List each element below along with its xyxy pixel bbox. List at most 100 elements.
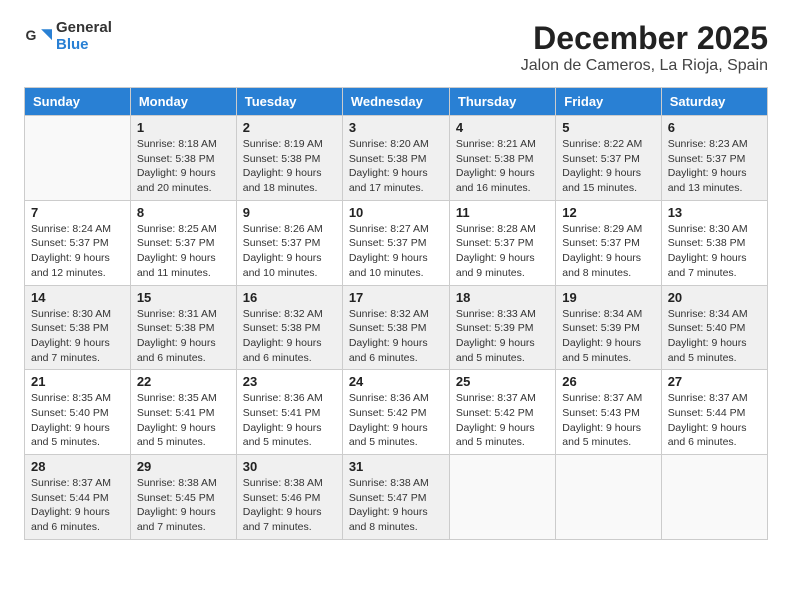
cell-info: Sunrise: 8:35 AMSunset: 5:40 PMDaylight:… <box>31 391 124 450</box>
cell-day-number: 29 <box>137 459 230 474</box>
weekday-header-thursday: Thursday <box>449 88 555 116</box>
table-row: 8 Sunrise: 8:25 AMSunset: 5:37 PMDaylight… <box>130 200 236 285</box>
page-header: G General Blue December 2025 Jalon de Ca… <box>24 20 768 75</box>
table-row: 3 Sunrise: 8:20 AMSunset: 5:38 PMDaylight… <box>342 116 449 201</box>
cell-info: Sunrise: 8:29 AMSunset: 5:37 PMDaylight:… <box>562 222 654 281</box>
table-row: 31 Sunrise: 8:38 AMSunset: 5:47 PMDayligh… <box>342 455 449 540</box>
weekday-header-wednesday: Wednesday <box>342 88 449 116</box>
table-row: 20 Sunrise: 8:34 AMSunset: 5:40 PMDayligh… <box>661 285 767 370</box>
cell-day-number: 26 <box>562 374 654 389</box>
cell-day-number: 6 <box>668 120 761 135</box>
cell-day-number: 28 <box>31 459 124 474</box>
table-row: 10 Sunrise: 8:27 AMSunset: 5:37 PMDayligh… <box>342 200 449 285</box>
cell-day-number: 13 <box>668 205 761 220</box>
weekday-header-tuesday: Tuesday <box>236 88 342 116</box>
table-row: 22 Sunrise: 8:35 AMSunset: 5:41 PMDayligh… <box>130 370 236 455</box>
cell-info: Sunrise: 8:19 AMSunset: 5:38 PMDaylight:… <box>243 137 336 196</box>
cell-info: Sunrise: 8:20 AMSunset: 5:38 PMDaylight:… <box>349 137 443 196</box>
cell-day-number: 19 <box>562 290 654 305</box>
cell-day-number: 14 <box>31 290 124 305</box>
cell-info: Sunrise: 8:33 AMSunset: 5:39 PMDaylight:… <box>456 307 549 366</box>
cell-info: Sunrise: 8:36 AMSunset: 5:41 PMDaylight:… <box>243 391 336 450</box>
cell-day-number: 31 <box>349 459 443 474</box>
title-block: December 2025 Jalon de Cameros, La Rioja… <box>521 20 768 75</box>
table-row: 17 Sunrise: 8:32 AMSunset: 5:38 PMDayligh… <box>342 285 449 370</box>
table-row: 9Sunrise: 8:26 AMSunset: 5:37 PMDaylight… <box>236 200 342 285</box>
cell-day-number: 20 <box>668 290 761 305</box>
table-row: 30 Sunrise: 8:38 AMSunset: 5:46 PMDayligh… <box>236 455 342 540</box>
cell-info: Sunrise: 8:24 AMSunset: 5:37 PMDaylight:… <box>31 222 124 281</box>
cell-info: Sunrise: 8:38 AMSunset: 5:45 PMDaylight:… <box>137 476 230 535</box>
table-row: 29 Sunrise: 8:38 AMSunset: 5:45 PMDayligh… <box>130 455 236 540</box>
cell-day-number: 12 <box>562 205 654 220</box>
cell-info: Sunrise: 8:36 AMSunset: 5:42 PMDaylight:… <box>349 391 443 450</box>
cell-info: Sunrise: 8:28 AMSunset: 5:37 PMDaylight:… <box>456 222 549 281</box>
table-row: 21 Sunrise: 8:35 AMSunset: 5:40 PMDayligh… <box>25 370 131 455</box>
table-row: 24 Sunrise: 8:36 AMSunset: 5:42 PMDayligh… <box>342 370 449 455</box>
weekday-header-friday: Friday <box>556 88 661 116</box>
weekday-header-monday: Monday <box>130 88 236 116</box>
cell-info: Sunrise: 8:27 AMSunset: 5:37 PMDaylight:… <box>349 222 443 281</box>
table-row <box>25 116 131 201</box>
table-row: 2Sunrise: 8:19 AMSunset: 5:38 PMDaylight… <box>236 116 342 201</box>
table-row: 4 Sunrise: 8:21 AMSunset: 5:38 PMDaylight… <box>449 116 555 201</box>
cell-day-number: 21 <box>31 374 124 389</box>
cell-day-number: 4 <box>456 120 549 135</box>
cell-day-number: 25 <box>456 374 549 389</box>
cell-info: Sunrise: 8:37 AMSunset: 5:44 PMDaylight:… <box>668 391 761 450</box>
cell-info: Sunrise: 8:25 AMSunset: 5:37 PMDaylight:… <box>137 222 230 281</box>
table-row: 15Sunrise: 8:31 AMSunset: 5:38 PMDayligh… <box>130 285 236 370</box>
logo-text: General Blue <box>56 20 112 53</box>
cell-info: Sunrise: 8:35 AMSunset: 5:41 PMDaylight:… <box>137 391 230 450</box>
cell-day-number: 15 <box>137 290 230 305</box>
table-row: 6Sunrise: 8:23 AMSunset: 5:37 PMDaylight… <box>661 116 767 201</box>
cell-day-number: 3 <box>349 120 443 135</box>
cell-info: Sunrise: 8:38 AMSunset: 5:47 PMDaylight:… <box>349 476 443 535</box>
svg-text:G: G <box>26 27 37 43</box>
logo-line1: General <box>56 20 112 37</box>
cell-day-number: 23 <box>243 374 336 389</box>
page-title: December 2025 <box>521 20 768 57</box>
cell-info: Sunrise: 8:37 AMSunset: 5:42 PMDaylight:… <box>456 391 549 450</box>
cell-info: Sunrise: 8:34 AMSunset: 5:39 PMDaylight:… <box>562 307 654 366</box>
cell-day-number: 9 <box>243 205 336 220</box>
cell-info: Sunrise: 8:21 AMSunset: 5:38 PMDaylight:… <box>456 137 549 196</box>
cell-day-number: 11 <box>456 205 549 220</box>
table-row <box>661 455 767 540</box>
table-row: 11 Sunrise: 8:28 AMSunset: 5:37 PMDayligh… <box>449 200 555 285</box>
table-row: 14Sunrise: 8:30 AMSunset: 5:38 PMDayligh… <box>25 285 131 370</box>
table-row: 26Sunrise: 8:37 AMSunset: 5:43 PMDayligh… <box>556 370 661 455</box>
weekday-header-sunday: Sunday <box>25 88 131 116</box>
cell-day-number: 16 <box>243 290 336 305</box>
cell-day-number: 1 <box>137 120 230 135</box>
page-subtitle: Jalon de Cameros, La Rioja, Spain <box>521 57 768 75</box>
cell-day-number: 24 <box>349 374 443 389</box>
cell-day-number: 30 <box>243 459 336 474</box>
table-row: 12 Sunrise: 8:29 AMSunset: 5:37 PMDayligh… <box>556 200 661 285</box>
table-row: 1 Sunrise: 8:18 AMSunset: 5:38 PMDaylight… <box>130 116 236 201</box>
table-row: 19 Sunrise: 8:34 AMSunset: 5:39 PMDayligh… <box>556 285 661 370</box>
table-row: 5Sunrise: 8:22 AMSunset: 5:37 PMDaylight… <box>556 116 661 201</box>
table-row <box>556 455 661 540</box>
table-row: 25 Sunrise: 8:37 AMSunset: 5:42 PMDayligh… <box>449 370 555 455</box>
logo-line2: Blue <box>56 37 112 54</box>
cell-info: Sunrise: 8:32 AMSunset: 5:38 PMDaylight:… <box>349 307 443 366</box>
logo-icon: G <box>24 23 52 51</box>
cell-day-number: 18 <box>456 290 549 305</box>
calendar-table: SundayMondayTuesdayWednesdayThursdayFrid… <box>24 87 768 540</box>
logo: G General Blue <box>24 20 112 53</box>
cell-info: Sunrise: 8:32 AMSunset: 5:38 PMDaylight:… <box>243 307 336 366</box>
cell-day-number: 8 <box>137 205 230 220</box>
table-row <box>449 455 555 540</box>
cell-info: Sunrise: 8:30 AMSunset: 5:38 PMDaylight:… <box>668 222 761 281</box>
table-row: 23 Sunrise: 8:36 AMSunset: 5:41 PMDayligh… <box>236 370 342 455</box>
cell-day-number: 10 <box>349 205 443 220</box>
cell-info: Sunrise: 8:22 AMSunset: 5:37 PMDaylight:… <box>562 137 654 196</box>
cell-info: Sunrise: 8:34 AMSunset: 5:40 PMDaylight:… <box>668 307 761 366</box>
cell-day-number: 17 <box>349 290 443 305</box>
cell-day-number: 27 <box>668 374 761 389</box>
cell-info: Sunrise: 8:18 AMSunset: 5:38 PMDaylight:… <box>137 137 230 196</box>
cell-info: Sunrise: 8:38 AMSunset: 5:46 PMDaylight:… <box>243 476 336 535</box>
cell-day-number: 22 <box>137 374 230 389</box>
table-row: 13 Sunrise: 8:30 AMSunset: 5:38 PMDayligh… <box>661 200 767 285</box>
